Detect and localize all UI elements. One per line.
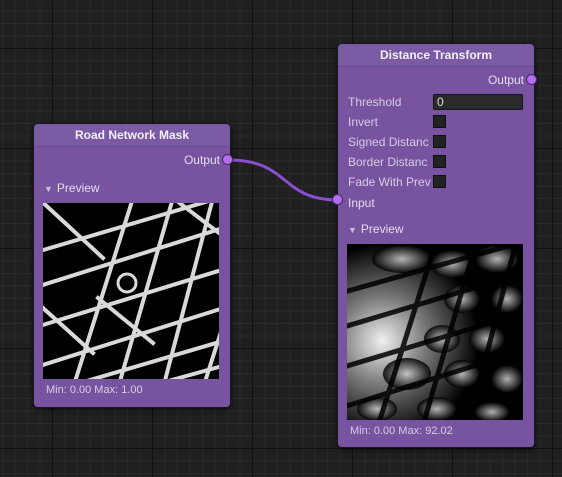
output-port-label: Output bbox=[183, 153, 220, 167]
distance-transform-input-port[interactable] bbox=[332, 194, 343, 205]
node-title[interactable]: Road Network Mask bbox=[34, 124, 230, 147]
border-distance-label: Border Distanc bbox=[348, 155, 428, 169]
signed-distance-label: Signed Distanc bbox=[348, 135, 429, 149]
distance-transform-preview-image bbox=[347, 244, 523, 420]
min-max-stats: Min: 0.00 Max: 92.02 bbox=[350, 425, 453, 437]
invert-label: Invert bbox=[348, 115, 379, 129]
output-port-label: Output bbox=[487, 73, 524, 87]
road-mask-output-port[interactable] bbox=[222, 154, 233, 165]
border-distance-checkbox[interactable] bbox=[433, 155, 446, 168]
distance-transform-node[interactable]: Distance Transform Output Threshold 0 In… bbox=[337, 43, 535, 448]
threshold-field[interactable]: 0 bbox=[433, 94, 523, 110]
input-port-label: Input bbox=[348, 196, 375, 210]
preview-label: Preview bbox=[360, 222, 404, 236]
fade-with-preview-label: Fade With Prev bbox=[348, 175, 431, 189]
signed-distance-checkbox[interactable] bbox=[433, 135, 446, 148]
min-max-stats: Min: 0.00 Max: 1.00 bbox=[46, 384, 143, 396]
fade-with-preview-checkbox[interactable] bbox=[433, 175, 446, 188]
road-network-mask-node[interactable]: Road Network Mask Output ▼ Preview Min: … bbox=[33, 123, 231, 408]
invert-checkbox[interactable] bbox=[433, 115, 446, 128]
preview-foldout[interactable]: ▼ Preview bbox=[348, 222, 404, 236]
foldout-triangle-icon: ▼ bbox=[348, 225, 357, 235]
road-mask-preview-image bbox=[43, 203, 219, 379]
distance-transform-output-port[interactable] bbox=[526, 74, 537, 85]
foldout-triangle-icon: ▼ bbox=[44, 184, 53, 194]
threshold-label: Threshold bbox=[348, 95, 402, 109]
preview-label: Preview bbox=[56, 181, 100, 195]
preview-foldout[interactable]: ▼ Preview bbox=[44, 181, 100, 195]
node-title[interactable]: Distance Transform bbox=[338, 44, 534, 67]
